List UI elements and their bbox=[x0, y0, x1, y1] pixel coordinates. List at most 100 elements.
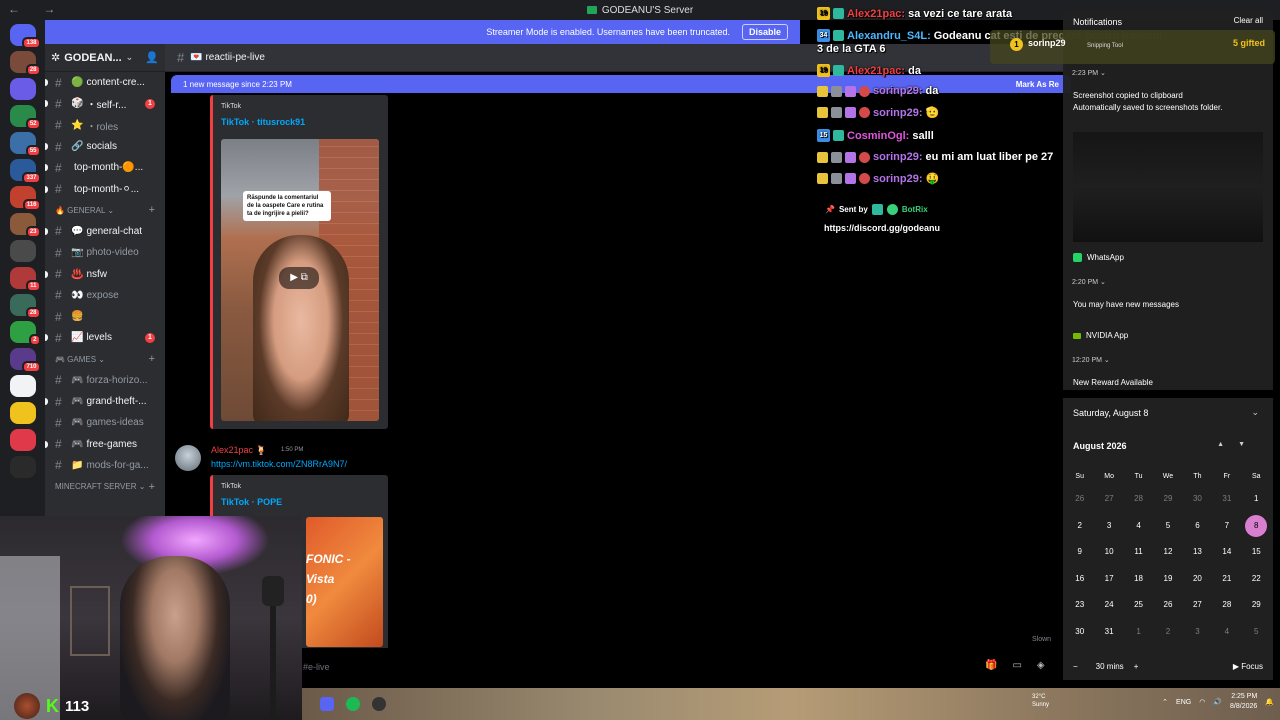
clear-all-button[interactable]: Clear all bbox=[1234, 16, 1263, 25]
wifi-icon[interactable]: ◠ bbox=[1199, 698, 1205, 706]
calendar-day[interactable]: 24 bbox=[1094, 592, 1123, 619]
calendar-day[interactable]: 5 bbox=[1242, 619, 1271, 646]
server-header[interactable]: ✲ GODEAN... ⌄ 👤 bbox=[45, 44, 165, 72]
message-link[interactable]: https://vm.tiktok.com/ZN8RrA9N7/ bbox=[211, 459, 347, 469]
server-icon[interactable]: 55 bbox=[9, 132, 41, 157]
notification-text[interactable]: Screenshot copied to clipboard Automatic… bbox=[1073, 90, 1222, 114]
channel-item[interactable]: # top-month-🟠... bbox=[45, 157, 165, 178]
screenshot-preview[interactable] bbox=[1073, 132, 1263, 242]
server-icon[interactable]: 52 bbox=[9, 105, 41, 130]
category-header[interactable]: 🎮 GAMES ⌄ + bbox=[45, 349, 165, 370]
embed-title-link[interactable]: TikTok · POPE bbox=[221, 497, 282, 507]
category-header[interactable]: 🔥 GENERAL ⌄ + bbox=[45, 200, 165, 221]
server-icon[interactable]: 138 bbox=[9, 24, 41, 49]
focus-decrease-button[interactable]: − bbox=[1073, 662, 1078, 671]
calendar-day[interactable]: 11 bbox=[1124, 539, 1153, 566]
notification-bell-icon[interactable]: 🔔 bbox=[1265, 698, 1274, 706]
add-user-icon[interactable]: 👤 bbox=[145, 51, 159, 64]
back-forward-nav[interactable]: ← → bbox=[8, 2, 65, 16]
channel-item[interactable]: # 📷 photo-video bbox=[45, 242, 165, 263]
calendar-day[interactable]: 3 bbox=[1094, 513, 1123, 540]
weather-widget[interactable]: 32°C Sunny bbox=[1032, 693, 1049, 709]
calendar-day[interactable]: 26 bbox=[1065, 486, 1094, 513]
channel-item[interactable]: # top-month-⚪... bbox=[45, 178, 165, 199]
video-thumbnail[interactable]: FONIC - Vista 0) bbox=[306, 517, 383, 647]
channel-item[interactable]: # 🍔 bbox=[45, 306, 165, 327]
calendar-day[interactable]: 30 bbox=[1183, 486, 1212, 513]
calendar-day[interactable]: 4 bbox=[1212, 619, 1241, 646]
notification-text[interactable]: New Reward Available bbox=[1073, 377, 1153, 389]
calendar-day[interactable]: 26 bbox=[1153, 592, 1182, 619]
calendar-day[interactable]: 31 bbox=[1094, 619, 1123, 646]
notification-time[interactable]: 2:23 PM ⌄ bbox=[1072, 69, 1106, 77]
server-icon[interactable]: 2 bbox=[9, 321, 41, 346]
message-author[interactable]: Alex21pac 🍹 bbox=[211, 445, 267, 456]
channel-item[interactable]: # 🔗 socials bbox=[45, 136, 165, 157]
calendar-day[interactable]: 25 bbox=[1124, 592, 1153, 619]
calendar-day[interactable]: 4 bbox=[1124, 513, 1153, 540]
mark-as-read-button[interactable]: Mark As Re bbox=[1016, 80, 1059, 89]
calendar-day[interactable]: 28 bbox=[1124, 486, 1153, 513]
notification-time[interactable]: 2:20 PM ⌄ bbox=[1072, 278, 1106, 286]
calendar-day[interactable]: 1 bbox=[1242, 486, 1271, 513]
add-channel-icon[interactable]: + bbox=[149, 204, 155, 216]
notification-time[interactable]: 12:20 PM ⌄ bbox=[1072, 356, 1110, 364]
channel-item[interactable]: # 📁 mods-for-ga... bbox=[45, 455, 165, 476]
calendar-day[interactable]: 3 bbox=[1183, 619, 1212, 646]
calendar-day[interactable]: 18 bbox=[1124, 566, 1153, 593]
server-icon[interactable]: 28 bbox=[9, 294, 41, 319]
channel-item[interactable]: # 🟢 content-cre... bbox=[45, 72, 165, 93]
server-icon[interactable]: 710 bbox=[9, 348, 41, 373]
notification-text[interactable]: You may have new messages bbox=[1073, 299, 1179, 311]
server-icon[interactable]: 23 bbox=[9, 213, 41, 238]
month-nav-arrows[interactable]: ▲▼ bbox=[1217, 441, 1259, 448]
calendar-day[interactable]: 10 bbox=[1094, 539, 1123, 566]
play-icon[interactable]: ▶ ⧉ bbox=[279, 267, 319, 289]
channel-item[interactable]: # 👀 expose bbox=[45, 285, 165, 306]
focus-increase-button[interactable]: + bbox=[1134, 662, 1139, 671]
category-header[interactable]: MINECRAFT Server ⌄ + bbox=[45, 476, 165, 497]
calendar-day[interactable]: 12 bbox=[1153, 539, 1182, 566]
channel-item[interactable]: # ♨️ nsfw bbox=[45, 263, 165, 284]
channel-item[interactable]: # 🎲 ・self-r... 1 bbox=[45, 93, 165, 114]
add-channel-icon[interactable]: + bbox=[149, 353, 155, 365]
calendar-day[interactable]: 23 bbox=[1065, 592, 1094, 619]
channel-item[interactable]: # 🎮 grand-theft-... bbox=[45, 391, 165, 412]
calendar-day[interactable]: 27 bbox=[1183, 592, 1212, 619]
calendar-day[interactable]: 2 bbox=[1065, 513, 1094, 540]
channel-item[interactable]: # ⭐ ・roles bbox=[45, 115, 165, 136]
server-icon[interactable]: 11 bbox=[9, 267, 41, 292]
server-icon[interactable] bbox=[9, 429, 36, 451]
channel-item[interactable]: # 🎮 forza-horizo... bbox=[45, 370, 165, 391]
server-icon[interactable]: 337 bbox=[9, 159, 41, 184]
discord-icon[interactable] bbox=[320, 697, 334, 711]
calendar-day[interactable]: 16 bbox=[1065, 566, 1094, 593]
calendar-day[interactable]: 15 bbox=[1242, 539, 1271, 566]
calendar-day[interactable]: 17 bbox=[1094, 566, 1123, 593]
language-indicator[interactable]: ENG bbox=[1176, 699, 1191, 706]
focus-button[interactable]: ▶ Focus bbox=[1233, 662, 1263, 671]
add-channel-icon[interactable]: + bbox=[149, 481, 155, 493]
calendar-day[interactable]: 29 bbox=[1153, 486, 1182, 513]
server-icon[interactable]: 116 bbox=[9, 186, 41, 211]
discord-invite-link[interactable]: https://discord.gg/godeanu bbox=[824, 223, 940, 233]
server-icon[interactable] bbox=[9, 375, 36, 397]
calendar-day[interactable]: 14 bbox=[1212, 539, 1241, 566]
embed-title-link[interactable]: TikTok · titusrock91 bbox=[221, 117, 305, 127]
calendar-day[interactable]: 30 bbox=[1065, 619, 1094, 646]
gift-icon[interactable]: 🎁 bbox=[985, 660, 997, 671]
server-icon[interactable] bbox=[9, 240, 36, 262]
calendar-day[interactable]: 6 bbox=[1183, 513, 1212, 540]
server-icon[interactable] bbox=[9, 456, 36, 478]
sticker-icon[interactable]: ◈ bbox=[1037, 660, 1045, 671]
server-icon[interactable]: 28 bbox=[9, 51, 41, 76]
calendar-month[interactable]: August 2026 bbox=[1073, 441, 1127, 451]
video-thumbnail[interactable]: Răspunde la comentariul de la oaspete Ca… bbox=[221, 139, 379, 421]
calendar-day[interactable]: 19 bbox=[1153, 566, 1182, 593]
channel-item[interactable]: # 🎮 games-ideas bbox=[45, 412, 165, 433]
calendar-day[interactable]: 9 bbox=[1065, 539, 1094, 566]
calendar-day[interactable]: 5 bbox=[1153, 513, 1182, 540]
calendar-day[interactable]: 21 bbox=[1212, 566, 1241, 593]
server-icon[interactable] bbox=[9, 78, 36, 100]
server-icon[interactable] bbox=[9, 402, 36, 424]
